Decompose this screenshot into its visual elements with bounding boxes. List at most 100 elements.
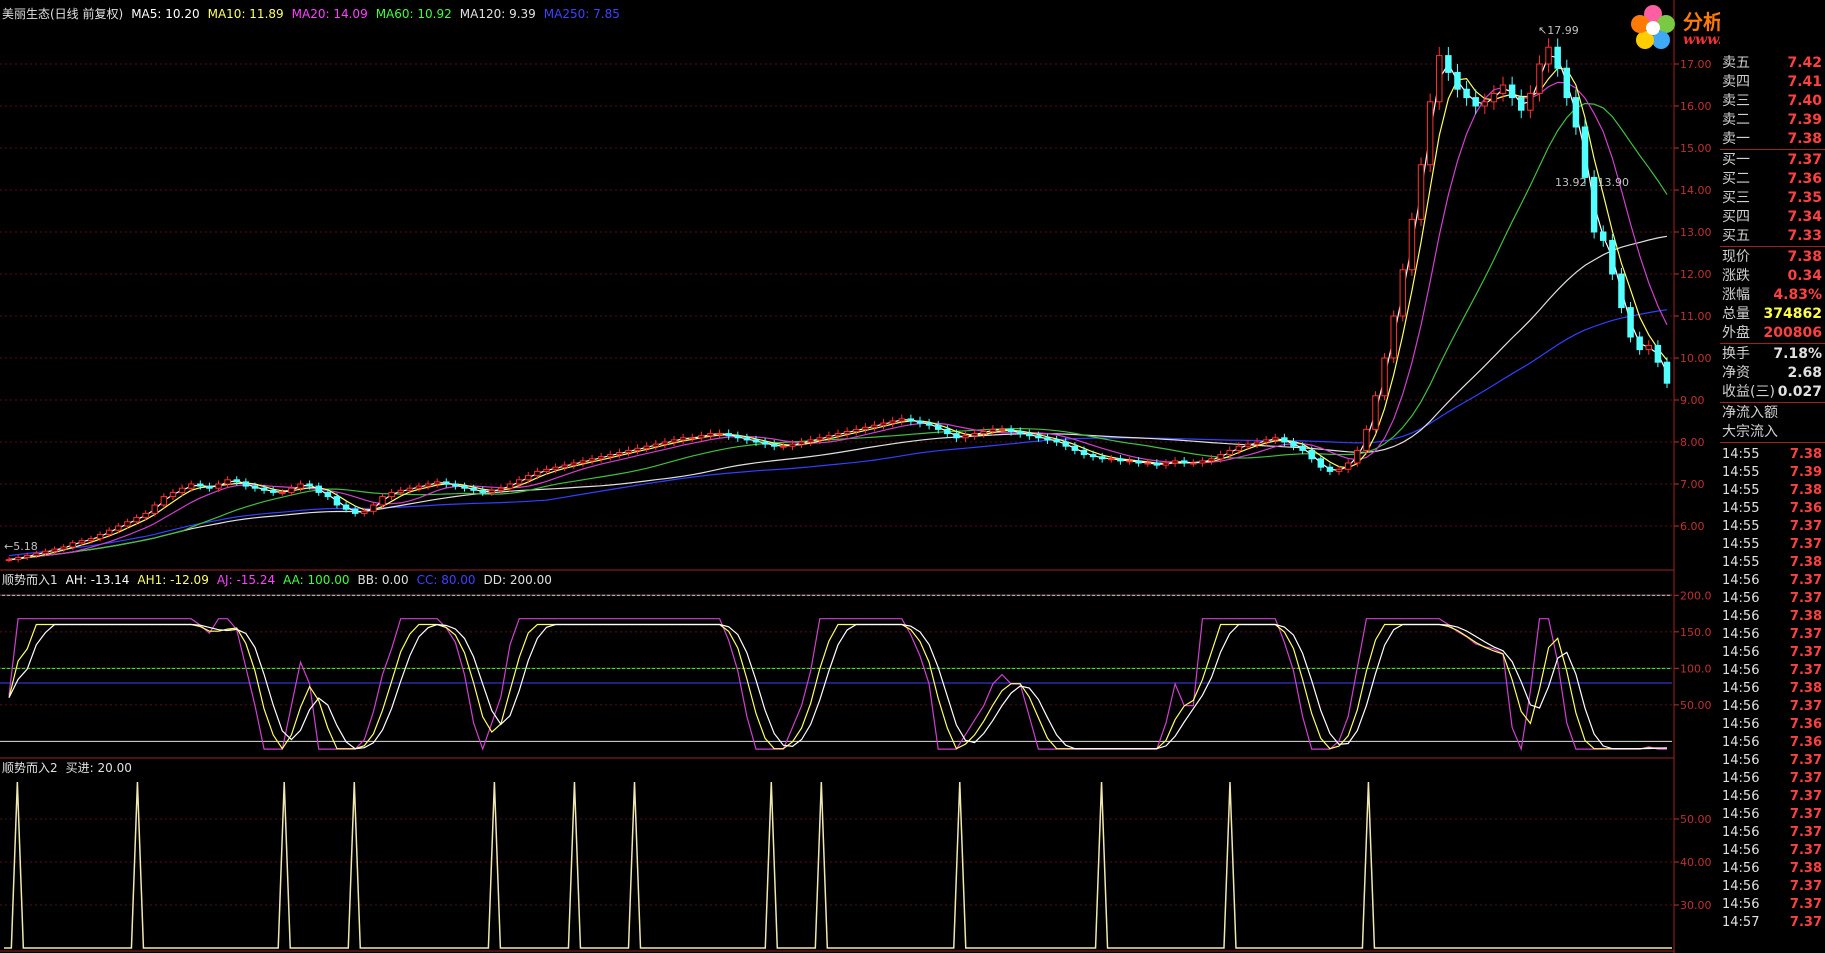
main-tick-label: 14.00 [1680, 184, 1712, 197]
stock-title: 美丽生态(日线 前复权) [2, 7, 124, 21]
candle-up [187, 483, 195, 489]
candle-up [69, 542, 77, 548]
candle-up [1108, 458, 1115, 461]
indicator1-header: 顺势而入1 AH: -13.14 AH1: -12.09 AJ: -15.24 AA: … [2, 572, 568, 588]
candle-up [634, 447, 641, 451]
candle-up [862, 426, 869, 430]
stat-row-4-value: 200806 [1763, 325, 1822, 341]
candle-up [1645, 344, 1653, 351]
candle-up [525, 475, 532, 481]
tick-price: 7.37 [1789, 645, 1822, 660]
tick-row: 14:56 7.37 [1722, 842, 1822, 860]
tick-row: 14:55 7.39 [1722, 464, 1822, 482]
candle-down [1062, 441, 1069, 447]
tick-time: 14:56 [1722, 879, 1760, 894]
tick-row: 14:56 7.37 [1722, 590, 1822, 608]
tick-row: 14:56 7.37 [1722, 770, 1822, 788]
tick-price: 7.37 [1789, 753, 1822, 768]
candle-down [242, 481, 250, 487]
quote-separator [1720, 442, 1825, 443]
tick-price: 7.37 [1789, 627, 1822, 642]
candle-up [215, 483, 222, 489]
stat-row-2-label: 涨幅 [1722, 287, 1750, 303]
candle-up [852, 428, 860, 432]
main-tick-label: 13.00 [1680, 226, 1712, 239]
candle-down [1281, 437, 1288, 443]
candle-down [734, 435, 742, 439]
tick-time: 14:55 [1722, 465, 1760, 480]
tick-row: 14:55 7.38 [1722, 446, 1822, 464]
candle-down [1135, 460, 1142, 464]
candle-down [351, 508, 359, 514]
candle-up [780, 445, 787, 448]
buy-row-2-label: 买二 [1722, 171, 1750, 187]
stat2-row-1: 净资 2.68 [1722, 364, 1822, 383]
candle-up [880, 422, 887, 426]
candle-up [570, 462, 578, 466]
candle-up [5, 559, 13, 562]
main-header: 美丽生态(日线 前复权) MA5: 10.20 MA10: 11.89 MA20: 1… [2, 6, 636, 22]
tick-price: 7.37 [1789, 915, 1822, 930]
candle-up [1217, 454, 1224, 460]
ma-item-5: MA250: 7.85 [543, 7, 620, 21]
buy-row-1-label: 买一 [1722, 152, 1750, 168]
candle-up [379, 496, 386, 506]
main-tick-label: 17.00 [1680, 58, 1712, 71]
candle-up [424, 483, 432, 487]
candle-up [1208, 458, 1215, 462]
candle-up [661, 441, 669, 445]
stat2-row-2-value: 0.027 [1777, 384, 1822, 400]
tick-row: 14:56 7.37 [1722, 788, 1822, 806]
ind2-tick-label: 50.00 [1680, 813, 1712, 826]
candle-down [725, 433, 732, 437]
candle-down [1007, 428, 1015, 432]
candle-up [889, 420, 896, 424]
tick-price: 7.36 [1789, 735, 1822, 750]
candle-down [743, 437, 751, 441]
candle-down [1563, 67, 1571, 99]
main-tick-label: 12.00 [1680, 268, 1712, 281]
candle-up [871, 424, 878, 428]
candle-down [1080, 449, 1088, 456]
ma5-line [8, 54, 1668, 561]
tick-row: 14:56 7.37 [1722, 662, 1822, 680]
ind1-item-0: AH: -13.14 [65, 573, 130, 587]
tick-price: 7.39 [1789, 465, 1822, 480]
kline-chart[interactable]: 17.00 16.00 15.00 14.00 13.00 12.00 11.00 10.00… [0, 0, 1720, 953]
main-tick-label: 9.00 [1680, 394, 1705, 407]
sell-row-2: 卖二 7.39 [1722, 111, 1822, 130]
candle-up [42, 550, 49, 554]
candle-down [1609, 239, 1616, 275]
ma-item-3: MA60: 10.92 [375, 7, 452, 21]
sell-row-3-label: 卖三 [1722, 93, 1750, 109]
candle-up [798, 441, 805, 445]
price-mark-annotation: 13.92 - 13.90 [1555, 176, 1629, 189]
tick-time: 14:56 [1722, 681, 1760, 696]
main-tick-label: 11.00 [1680, 310, 1712, 323]
candle-down [1308, 449, 1315, 460]
tick-time: 14:56 [1722, 735, 1760, 750]
tick-time: 14:55 [1722, 519, 1760, 534]
tick-time: 14:56 [1722, 753, 1760, 768]
stat2-row-2: 收益(三) 0.027 [1722, 383, 1822, 402]
candle-down [1508, 84, 1516, 99]
tick-price: 7.37 [1789, 537, 1822, 552]
tick-row: 14:55 7.37 [1722, 518, 1822, 536]
candle-up [816, 437, 824, 441]
candle-up [1408, 218, 1416, 271]
low-price-text: 5.18 [13, 540, 38, 553]
candle-down [1290, 441, 1297, 447]
flow-row-1-label: 大宗流入 [1722, 424, 1778, 440]
tick-time: 14:56 [1722, 843, 1760, 858]
candle-up [23, 554, 31, 559]
candle-up [506, 483, 514, 489]
candle-down [1572, 97, 1580, 128]
candle-up [60, 546, 67, 550]
ma-item-1: MA10: 11.89 [207, 7, 284, 21]
candle-up [625, 449, 632, 453]
tick-time: 14:55 [1722, 501, 1760, 516]
tick-time: 14:56 [1722, 573, 1760, 588]
tick-price: 7.37 [1789, 789, 1822, 804]
tick-row: 14:55 7.37 [1722, 536, 1822, 554]
ind1-tick-label: 50.00 [1680, 699, 1712, 712]
